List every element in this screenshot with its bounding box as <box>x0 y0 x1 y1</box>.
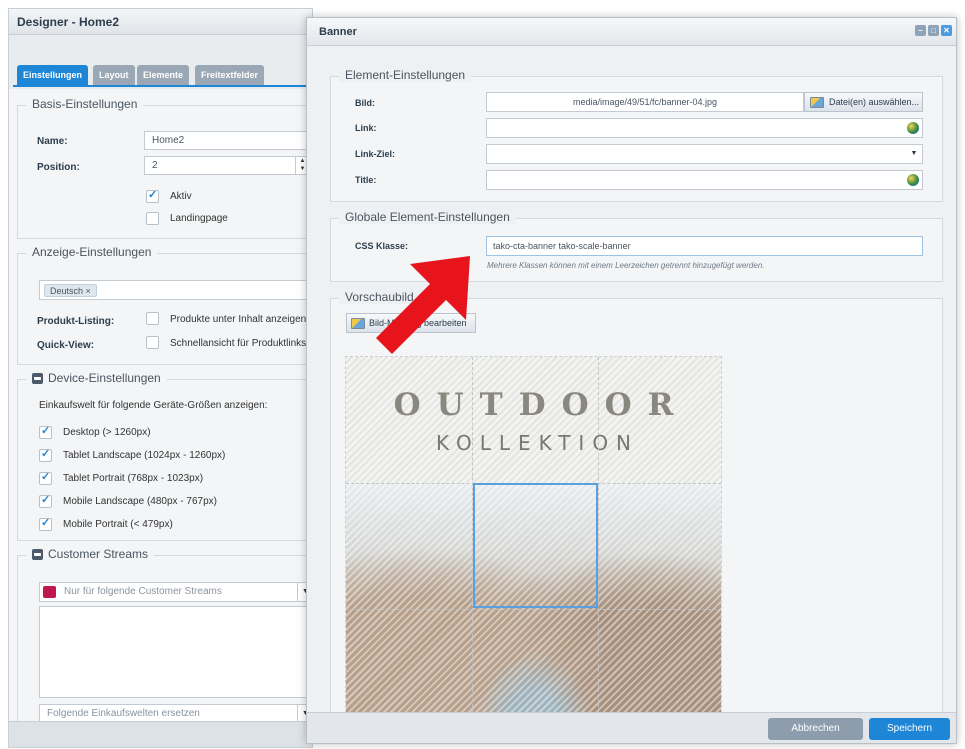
language-tag[interactable]: Deutsch × <box>44 284 97 297</box>
title-label: Title: <box>355 175 377 185</box>
image-icon <box>810 97 824 108</box>
tab-layout[interactable]: Layout <box>93 65 135 85</box>
bild-input[interactable]: media/image/49/51/fc/banner-04.jpg <box>486 92 804 112</box>
device-tablet-portrait-checkbox[interactable] <box>39 470 52 485</box>
name-input[interactable]: Home2 <box>144 131 312 150</box>
minimize-icon[interactable]: – <box>915 25 926 36</box>
cancel-button[interactable]: Abbrechen <box>768 718 863 740</box>
landingpage-checkbox[interactable] <box>146 212 159 225</box>
basis-fieldset: Basis-Einstellungen Name: Home2 Position… <box>17 97 312 239</box>
quick-view-checkbox[interactable] <box>146 336 159 349</box>
mapping-area[interactable] <box>473 483 598 608</box>
basis-legend: Basis-Einstellungen <box>26 97 144 111</box>
modal-title: Banner <box>307 18 956 46</box>
streams-fieldset: Customer Streams Nur für folgende Custom… <box>17 547 312 721</box>
preview-headline: OUTDOOR <box>393 387 690 423</box>
quick-view-text: Schnellansicht für Produktlinks. <box>170 338 309 349</box>
link-ziel-label: Link-Ziel: <box>355 149 395 159</box>
device-tablet-landscape-label: Tablet Landscape (1024px - 1260px) <box>63 450 226 461</box>
device-intro: Einkaufswelt für folgende Geräte-Größen … <box>39 400 268 411</box>
collapse-icon[interactable] <box>32 372 43 384</box>
quick-view-label: Quick-View: <box>37 340 95 351</box>
position-label: Position: <box>37 162 80 173</box>
window-controls: – □ ✕ <box>915 25 952 36</box>
close-icon[interactable]: ✕ <box>941 25 952 36</box>
replace-select[interactable]: Folgende Einkaufswelten ersetzen ▼ <box>39 704 312 721</box>
replace-placeholder: Folgende Einkaufswelten ersetzen <box>47 708 200 719</box>
globe-icon[interactable] <box>907 174 919 186</box>
modal-footer: Abbrechen Speichern <box>307 712 956 743</box>
preview-subline: KOLLEKTION <box>435 431 640 455</box>
device-tablet-portrait-label: Tablet Portrait (768px - 1023px) <box>63 473 204 484</box>
maximize-icon[interactable]: □ <box>928 25 939 36</box>
element-fieldset: Element-Einstellungen Bild: media/image/… <box>330 68 943 202</box>
global-legend: Globale Element-Einstellungen <box>339 210 516 224</box>
designer-window: Designer - Home2 Einstellungen Layout El… <box>8 8 313 748</box>
link-input[interactable] <box>486 118 923 138</box>
banner-preview[interactable]: OUTDOOR KOLLEKTION <box>345 356 722 738</box>
tab-elemente[interactable]: Elemente <box>137 65 190 85</box>
bild-label: Bild: <box>355 98 375 108</box>
anzeige-legend: Anzeige-Einstellungen <box>26 245 158 259</box>
position-input[interactable]: 2 ▲ ▼ <box>144 156 310 175</box>
designer-body: Basis-Einstellungen Name: Home2 Position… <box>9 89 312 721</box>
device-mobile-portrait-checkbox[interactable] <box>39 516 52 531</box>
anzeige-fieldset: Anzeige-Einstellungen Deutsch × Produkt-… <box>17 245 312 365</box>
aktiv-label: Aktiv <box>170 191 192 202</box>
streams-placeholder: Nur für folgende Customer Streams <box>64 586 222 597</box>
name-label: Name: <box>37 136 68 147</box>
grid-line <box>598 357 599 737</box>
device-desktop-label: Desktop (> 1260px) <box>63 427 151 438</box>
landingpage-label: Landingpage <box>170 213 228 224</box>
tab-freitextfelder[interactable]: Freitextfelder <box>195 65 265 85</box>
grid-line <box>346 609 721 610</box>
chevron-down-icon[interactable]: ▼ <box>906 145 922 163</box>
streams-legend[interactable]: Customer Streams <box>26 547 155 561</box>
produkt-listing-text: Produkte unter Inhalt anzeigen <box>170 314 307 325</box>
device-mobile-landscape-checkbox[interactable] <box>39 493 52 508</box>
globe-icon[interactable] <box>907 122 919 134</box>
designer-footer <box>9 721 312 747</box>
annotation-arrow-icon <box>376 256 470 354</box>
device-desktop-checkbox[interactable] <box>39 424 52 439</box>
element-legend: Element-Einstellungen <box>339 68 472 82</box>
device-mobile-landscape-label: Mobile Landscape (480px - 767px) <box>63 496 217 507</box>
image-icon <box>351 318 365 329</box>
css-class-input[interactable]: tako-cta-banner tako-scale-banner <box>486 236 923 256</box>
aktiv-checkbox[interactable] <box>146 188 159 203</box>
designer-tabbar: Einstellungen Layout Elemente Freitextfe… <box>13 65 312 87</box>
streams-select[interactable]: Nur für folgende Customer Streams ▼ <box>39 582 312 602</box>
file-select-button[interactable]: Datei(en) auswählen... <box>804 92 923 112</box>
streams-list[interactable] <box>39 606 312 698</box>
designer-title: Designer - Home2 <box>9 9 312 35</box>
file-select-label: Datei(en) auswählen... <box>829 97 920 107</box>
collapse-icon[interactable] <box>32 548 43 560</box>
produkt-listing-checkbox[interactable] <box>146 312 159 325</box>
device-legend[interactable]: Device-Einstellungen <box>26 371 167 385</box>
produkt-listing-label: Produkt-Listing: <box>37 316 115 327</box>
link-ziel-select[interactable]: ▼ <box>486 144 923 164</box>
save-button[interactable]: Speichern <box>869 718 950 740</box>
streams-icon <box>43 586 56 598</box>
link-label: Link: <box>355 123 377 133</box>
position-value: 2 <box>152 160 158 171</box>
tab-einstellungen[interactable]: Einstellungen <box>17 65 89 85</box>
device-mobile-portrait-label: Mobile Portrait (< 479px) <box>63 519 173 530</box>
device-tablet-landscape-checkbox[interactable] <box>39 447 52 462</box>
title-input[interactable] <box>486 170 923 190</box>
language-select[interactable]: Deutsch × <box>39 280 312 300</box>
banner-modal: Banner – □ ✕ Element-Einstellungen Bild:… <box>306 17 957 744</box>
css-class-hint: Mehrere Klassen können mit einem Leerzei… <box>487 261 765 270</box>
device-fieldset: Device-Einstellungen Einkaufswelt für fo… <box>17 371 312 541</box>
